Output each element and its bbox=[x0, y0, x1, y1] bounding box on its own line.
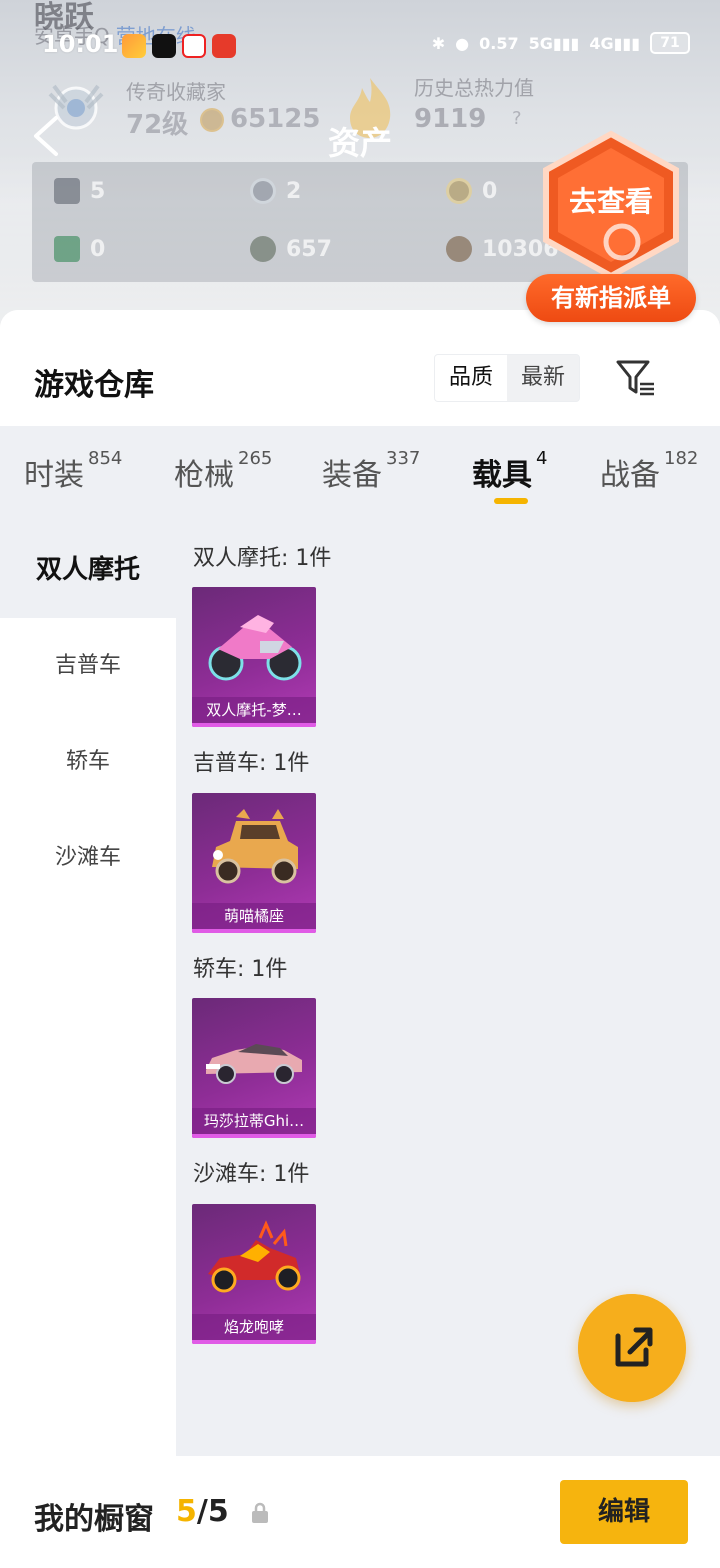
vehicle-card[interactable]: 焰龙咆哮 bbox=[192, 1204, 316, 1344]
tiktok-icon bbox=[152, 34, 176, 58]
showcase-current: 5 bbox=[176, 1494, 197, 1529]
asset-item[interactable]: 657 bbox=[250, 236, 332, 262]
tab-label: 载具 bbox=[472, 458, 532, 493]
tab-fashion[interactable]: 时装 854 bbox=[24, 448, 123, 494]
asset-value: 5 bbox=[90, 178, 106, 204]
sidebar-item-buggy[interactable]: 沙滩车 bbox=[0, 810, 176, 906]
filter-icon[interactable] bbox=[614, 358, 656, 398]
showcase-sep: / bbox=[196, 1494, 208, 1529]
tab-vehicles[interactable]: 载具 4 bbox=[472, 448, 548, 494]
asset-item[interactable]: 2 bbox=[250, 178, 301, 204]
tab-count: 4 bbox=[536, 448, 548, 469]
tab-label: 装备 bbox=[322, 458, 382, 493]
sort-latest-button[interactable]: 最新 bbox=[507, 355, 579, 401]
new-order-badge[interactable]: 去查看 有新指派单 bbox=[526, 130, 696, 326]
motorcycle-image bbox=[208, 615, 302, 681]
sort-toggle: 品质 最新 bbox=[434, 354, 580, 402]
heat-label: 历史总热力值 bbox=[414, 76, 534, 100]
coin-bronze-icon bbox=[446, 236, 472, 262]
vehicle-card[interactable]: 双人摩托-梦… bbox=[192, 587, 316, 727]
ticket-green-icon bbox=[54, 236, 80, 262]
tab-supplies[interactable]: 战备 182 bbox=[600, 448, 699, 494]
warehouse-header: 游戏仓库 品质 最新 bbox=[0, 310, 720, 426]
showcase-count: 5/5 bbox=[176, 1494, 229, 1529]
group-title: 沙滩车: 1件 bbox=[193, 1162, 310, 1187]
vehicle-type-sidebar: 双人摩托 吉普车 轿车 沙滩车 bbox=[0, 522, 176, 1456]
tab-count: 337 bbox=[386, 448, 421, 469]
sidebar-item-motorcycle[interactable]: 双人摩托 bbox=[0, 522, 176, 618]
coin-gray-icon bbox=[250, 236, 276, 262]
active-tab-indicator bbox=[494, 498, 528, 504]
tab-label: 战备 bbox=[600, 458, 660, 493]
tab-count: 182 bbox=[664, 448, 699, 469]
showcase-label: 我的橱窗 bbox=[34, 1502, 154, 1537]
asset-item[interactable]: 0 bbox=[446, 178, 497, 204]
group-title: 轿车: 1件 bbox=[193, 957, 288, 982]
buggy-image bbox=[208, 1220, 301, 1293]
new-order-pill: 有新指派单 bbox=[526, 274, 696, 322]
group-title: 吉普车: 1件 bbox=[193, 751, 310, 776]
app-notification-icon bbox=[212, 34, 236, 58]
lock-icon bbox=[252, 1502, 268, 1523]
sidebar-item-sedan[interactable]: 轿车 bbox=[0, 714, 176, 810]
signal-4g-label: 4G bbox=[589, 33, 614, 53]
tab-guns[interactable]: 枪械 265 bbox=[174, 448, 273, 494]
tab-label: 枪械 bbox=[174, 458, 234, 493]
share-icon[interactable] bbox=[578, 1294, 686, 1402]
sedan-image bbox=[206, 1044, 302, 1084]
tab-equipment[interactable]: 装备 337 bbox=[322, 448, 421, 494]
status-bar: 10:01 ✱ ● 0.57 5G▮▮▮ 4G▮▮▮ 71 bbox=[0, 28, 720, 68]
coin-gold-icon bbox=[446, 178, 472, 204]
asset-item[interactable]: 0 bbox=[54, 236, 105, 262]
jeep-image bbox=[212, 809, 298, 884]
showcase-bar: 我的橱窗 5/5 编辑 bbox=[0, 1456, 720, 1568]
vehicle-name: 焰龙咆哮 bbox=[192, 1314, 316, 1340]
asset-value: 657 bbox=[286, 236, 332, 262]
battery-icon: 71 bbox=[650, 32, 690, 54]
category-tabs: 时装 854 枪械 265 装备 337 载具 4 战备 182 bbox=[0, 426, 720, 522]
card-silver-icon bbox=[54, 178, 80, 204]
app-notification-icon bbox=[182, 34, 206, 58]
vehicle-card[interactable]: 萌喵橘座 bbox=[192, 793, 316, 933]
location-icon: ● bbox=[455, 33, 470, 53]
asset-value: 2 bbox=[286, 178, 302, 204]
vehicle-name: 萌喵橘座 bbox=[192, 903, 316, 929]
showcase-total: 5 bbox=[207, 1494, 229, 1529]
edit-button[interactable]: 编辑 bbox=[560, 1480, 688, 1544]
asset-value: 0 bbox=[482, 178, 498, 204]
tab-label: 时装 bbox=[24, 458, 84, 493]
legend-label: 传奇收藏家 bbox=[126, 80, 226, 104]
signal-5g-icon: 5G▮▮▮ bbox=[528, 33, 580, 53]
group-title: 双人摩托: 1件 bbox=[193, 546, 332, 571]
coin-silver-icon bbox=[250, 178, 276, 204]
vehicle-name: 玛莎拉蒂Ghi… bbox=[192, 1108, 316, 1134]
sidebar-item-jeep[interactable]: 吉普车 bbox=[0, 618, 176, 714]
asset-value: 0 bbox=[90, 236, 106, 262]
vehicle-name: 双人摩托-梦… bbox=[192, 697, 316, 723]
status-indicators: ✱ ● 0.57 5G▮▮▮ 4G▮▮▮ 71 bbox=[432, 32, 690, 54]
app-notification-icon bbox=[122, 34, 146, 58]
status-time: 10:01 bbox=[42, 30, 119, 58]
signal-4g-icon: 4G▮▮▮ bbox=[589, 33, 640, 53]
order-view-label: 去查看 bbox=[568, 185, 653, 218]
bluetooth-icon: ✱ bbox=[431, 33, 446, 53]
tab-count: 265 bbox=[238, 448, 273, 469]
vehicle-card[interactable]: 玛莎拉蒂Ghi… bbox=[192, 998, 316, 1138]
warehouse-title: 游戏仓库 bbox=[34, 368, 154, 403]
net-speed: 0.57 bbox=[479, 33, 519, 53]
sort-quality-button[interactable]: 品质 bbox=[435, 355, 507, 401]
status-app-icons bbox=[122, 34, 236, 58]
tab-count: 854 bbox=[88, 448, 123, 469]
signal-5g-label: 5G bbox=[528, 33, 553, 53]
asset-item[interactable]: 5 bbox=[54, 178, 105, 204]
